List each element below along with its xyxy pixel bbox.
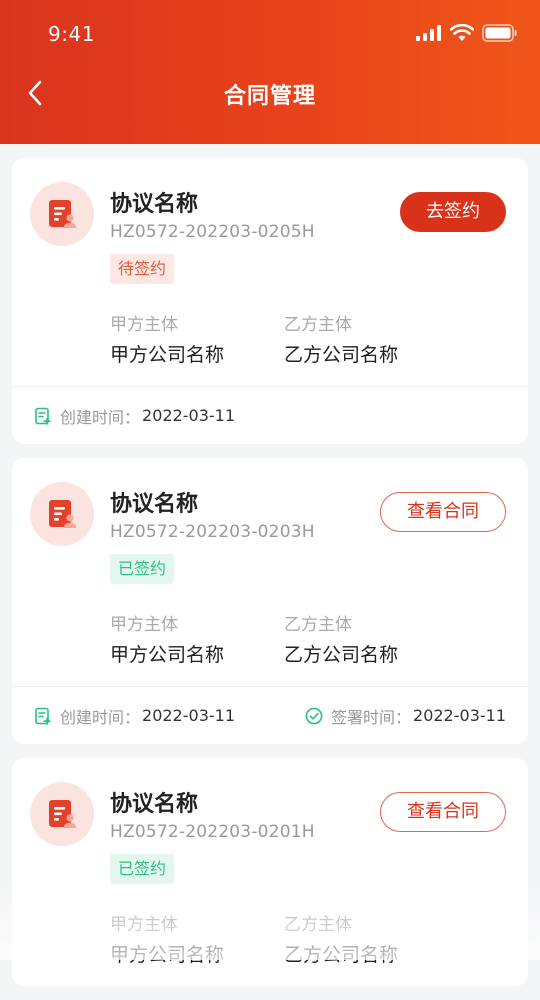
party-b-label: 乙方主体 <box>284 315 352 335</box>
sign-button[interactable]: 去签约 <box>400 192 506 232</box>
party-b-value: 乙方公司名称 <box>284 644 399 666</box>
party-a-label: 甲方主体 <box>110 615 178 635</box>
app-header: 9:41 合同管理 <box>0 0 540 144</box>
signed-time: 签署时间： 2022-03-11 <box>305 704 506 728</box>
contract-doc-icon <box>30 182 94 246</box>
status-badge: 待签约 <box>110 254 175 284</box>
battery-icon <box>482 24 517 42</box>
view-contract-button[interactable]: 查看合同 <box>380 492 506 532</box>
party-b-value: 乙方公司名称 <box>284 344 399 366</box>
check-circle-icon <box>305 707 323 724</box>
contract-list: 协议名称 HZ0572-202203-0205H 待签约 去签约 甲方主体 甲方… <box>12 158 528 1000</box>
party-b-value: 乙方公司名称 <box>284 944 399 966</box>
status-badge: 已签约 <box>110 854 175 884</box>
created-value: 2022-03-11 <box>142 706 235 725</box>
party-a-label: 甲方主体 <box>110 915 178 935</box>
wifi-icon <box>450 24 474 41</box>
contract-title: 协议名称 <box>110 492 199 517</box>
signed-value: 2022-03-11 <box>413 706 506 725</box>
created-label: 创建时间： <box>60 407 141 427</box>
party-a-value: 甲方公司名称 <box>110 944 225 966</box>
contract-code: HZ0572-202203-0205H <box>110 222 315 242</box>
status-time: 9:41 <box>48 22 95 46</box>
view-contract-button[interactable]: 查看合同 <box>380 792 506 832</box>
document-add-icon <box>35 707 51 725</box>
card-footer: 创建时间： 2022-03-11 <box>12 386 528 444</box>
party-b-label: 乙方主体 <box>284 615 352 635</box>
created-time: 创建时间： 2022-03-11 <box>34 404 235 428</box>
page-title: 合同管理 <box>223 84 316 109</box>
signal-icon <box>416 25 441 41</box>
status-badge: 已签约 <box>110 554 175 584</box>
party-a-value: 甲方公司名称 <box>110 344 225 366</box>
party-a-value: 甲方公司名称 <box>110 644 225 666</box>
contract-code: HZ0572-202203-0203H <box>110 522 315 542</box>
contract-card[interactable]: 协议名称 HZ0572-202203-0205H 待签约 去签约 甲方主体 甲方… <box>12 158 528 444</box>
created-label: 创建时间： <box>60 707 141 727</box>
contract-card[interactable]: 协议名称 HZ0572-202203-0203H 已签约 查看合同 甲方主体 甲… <box>12 458 528 744</box>
created-value: 2022-03-11 <box>142 406 235 425</box>
party-b-label: 乙方主体 <box>284 915 352 935</box>
created-time: 创建时间： 2022-03-11 <box>34 704 235 728</box>
document-add-icon <box>35 407 51 425</box>
contract-title: 协议名称 <box>110 192 199 217</box>
contract-card[interactable]: 协议名称 HZ0572-202203-0201H 已签约 查看合同 甲方主体 甲… <box>12 758 528 986</box>
status-icons <box>416 22 518 44</box>
party-a-label: 甲方主体 <box>110 315 178 335</box>
contract-code: HZ0572-202203-0201H <box>110 822 315 842</box>
contract-doc-icon <box>30 782 94 846</box>
signed-label: 签署时间： <box>331 707 412 727</box>
contract-doc-icon <box>30 482 94 546</box>
card-footer: 创建时间： 2022-03-11 签署时间： 2022-03-11 <box>12 686 528 744</box>
contract-title: 协议名称 <box>110 792 199 817</box>
